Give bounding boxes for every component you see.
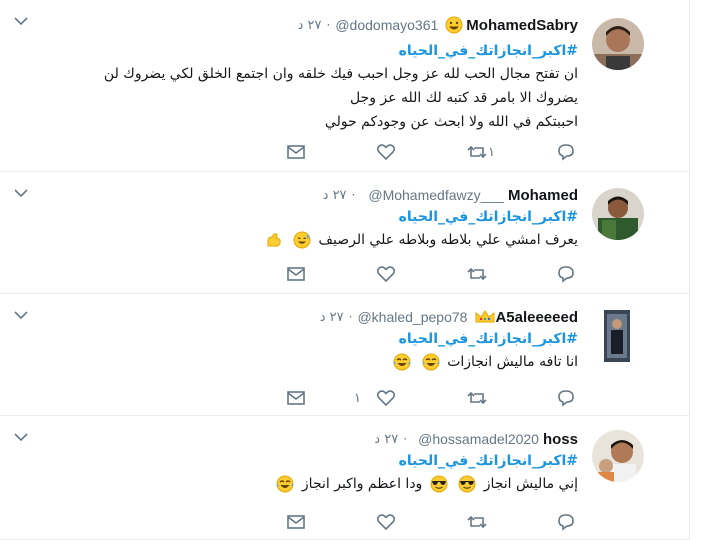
avatar[interactable] — [592, 188, 644, 240]
tweet-header: MohamedSabry @dodomayo361 · ٢٧ د — [298, 14, 578, 36]
user-handle[interactable]: @dodomayo361 — [335, 17, 438, 33]
like-icon — [376, 389, 396, 407]
chevron-down-icon[interactable] — [14, 432, 28, 442]
timestamp[interactable]: ٢٧ د — [374, 432, 398, 447]
retweet-icon — [466, 389, 488, 407]
crown-emoji — [474, 308, 495, 326]
message-button[interactable] — [286, 142, 306, 162]
timestamp[interactable]: ٢٧ د — [323, 188, 347, 203]
reply-button[interactable] — [556, 264, 576, 284]
sweat-smile-emoji — [293, 231, 311, 249]
tweet-header: A5aleeeeed @khaled_pepo78 · ٢٧ د — [320, 306, 578, 328]
message-button[interactable] — [286, 388, 306, 408]
like-button[interactable] — [376, 264, 396, 284]
hashtag-link[interactable]: #اكبر_انجازاتك_في_الحياه — [108, 40, 578, 62]
separator-dot: · — [348, 310, 353, 324]
retweet-button[interactable] — [466, 512, 488, 532]
tweet-actions — [280, 512, 580, 532]
avatar[interactable] — [592, 18, 644, 70]
display-name[interactable]: Mohamed — [508, 187, 578, 204]
retweet-button[interactable] — [466, 264, 488, 284]
display-name[interactable]: MohamedSabry — [466, 17, 578, 34]
reply-button[interactable] — [556, 512, 576, 532]
like-icon — [376, 513, 396, 531]
user-handle[interactable]: @khaled_pepo78 — [357, 309, 467, 325]
tweet-actions — [280, 264, 580, 284]
tweet-line-text: انا تافه ماليش انجازات — [447, 354, 578, 370]
tweet-line: يعرف امشي علي بلاطه وبلاطه علي الرصيف — [108, 228, 578, 252]
timeline: MohamedSabry @dodomayo361 · ٢٧ د #اكبر_ا… — [0, 0, 690, 540]
tweet[interactable]: Mohamed @Mohamedfawzy___ · ٢٧ د #اكبر_ان… — [0, 172, 690, 294]
message-icon — [286, 144, 306, 160]
reply-button[interactable] — [556, 142, 576, 162]
flexed-biceps-emoji — [265, 231, 283, 249]
timestamp[interactable]: ٢٧ د — [320, 310, 344, 325]
chevron-down-icon[interactable] — [14, 188, 28, 198]
tweet-header: Mohamed @Mohamedfawzy___ · ٢٧ د — [323, 184, 578, 206]
reply-button[interactable] — [556, 388, 576, 408]
user-handle[interactable]: @hossamadel2020 — [418, 431, 539, 447]
scrollbar-gutter[interactable] — [690, 0, 720, 540]
reply-icon — [556, 389, 576, 407]
retweet-count: ١ — [488, 144, 495, 160]
tweet-line: يضروك الا بامر قد كتبه لك الله عز وجل — [349, 90, 578, 106]
user-handle[interactable]: @Mohamedfawzy___ — [368, 187, 504, 203]
chevron-down-icon[interactable] — [14, 16, 28, 26]
tweet-text: #اكبر_انجازاتك_في_الحياه انا تافه ماليش … — [108, 328, 578, 374]
tweet-actions: ١ — [280, 142, 580, 162]
reply-icon — [556, 143, 576, 161]
tweet-header: hoss @hossamadel2020 · ٢٧ د — [374, 428, 578, 450]
hashtag-link[interactable]: #اكبر_انجازاتك_في_الحياه — [108, 450, 578, 472]
tweet[interactable]: MohamedSabry @dodomayo361 · ٢٧ د #اكبر_ا… — [0, 0, 690, 172]
display-name[interactable]: hoss — [543, 431, 578, 448]
tweet-line: إني ماليش انجاز ودا اعظم واكبر انجاز — [108, 472, 578, 496]
hashtag-link[interactable]: #اكبر_انجازاتك_في_الحياه — [108, 328, 578, 350]
tweet-actions: ١ — [280, 388, 580, 408]
sunglasses-emoji — [458, 475, 476, 493]
like-icon — [376, 143, 396, 161]
like-icon — [376, 265, 396, 283]
message-button[interactable] — [286, 512, 306, 532]
timestamp[interactable]: ٢٧ د — [298, 18, 322, 33]
joy-emoji — [422, 353, 440, 371]
sunglasses-emoji — [430, 475, 448, 493]
avatar[interactable] — [592, 430, 644, 482]
tweet-line: احببتكم في الله ولا ابحث عن وجودكم حولي — [324, 114, 578, 130]
separator-dot: · — [326, 18, 331, 32]
chevron-down-icon[interactable] — [14, 310, 28, 320]
retweet-icon — [466, 265, 488, 283]
tweet-line-text: يعرف امشي علي بلاطه وبلاطه علي الرصيف — [318, 232, 579, 248]
joy-emoji — [393, 353, 411, 371]
message-icon — [286, 514, 306, 530]
smiley-emoji — [445, 16, 463, 34]
display-name[interactable]: A5aleeeeed — [495, 309, 578, 326]
like-button[interactable]: ١ — [354, 388, 396, 408]
retweet-button[interactable] — [466, 388, 488, 408]
message-button[interactable] — [286, 264, 306, 284]
joy-emoji — [276, 475, 294, 493]
message-icon — [286, 266, 306, 282]
retweet-icon — [466, 513, 488, 531]
tweet-line-text: ودا اعظم واكبر انجاز — [301, 476, 423, 492]
retweet-icon — [466, 143, 488, 161]
hashtag-link[interactable]: #اكبر_انجازاتك_في_الحياه — [108, 206, 578, 228]
reply-count: ١ — [354, 390, 361, 406]
reply-icon — [556, 513, 576, 531]
tweet-text: #اكبر_انجازاتك_في_الحياه ان تفتح مجال ال… — [103, 40, 578, 134]
separator-dot: · — [403, 432, 408, 446]
retweet-button[interactable]: ١ — [466, 142, 503, 162]
tweet-line: ان تفتح مجال الحب لله عز وجل احبب فيك خل… — [103, 66, 578, 82]
tweet-line: انا تافه ماليش انجازات — [108, 350, 578, 374]
tweet-text: #اكبر_انجازاتك_في_الحياه يعرف امشي علي ب… — [108, 206, 578, 252]
like-button[interactable] — [376, 512, 396, 532]
tweet-line-text: إني ماليش انجاز — [483, 476, 578, 492]
message-icon — [286, 390, 306, 406]
reply-icon — [556, 265, 576, 283]
tweet-text: #اكبر_انجازاتك_في_الحياه إني ماليش انجاز… — [108, 450, 578, 496]
separator-dot: · — [351, 188, 356, 202]
avatar[interactable] — [604, 310, 630, 362]
like-button[interactable] — [376, 142, 396, 162]
